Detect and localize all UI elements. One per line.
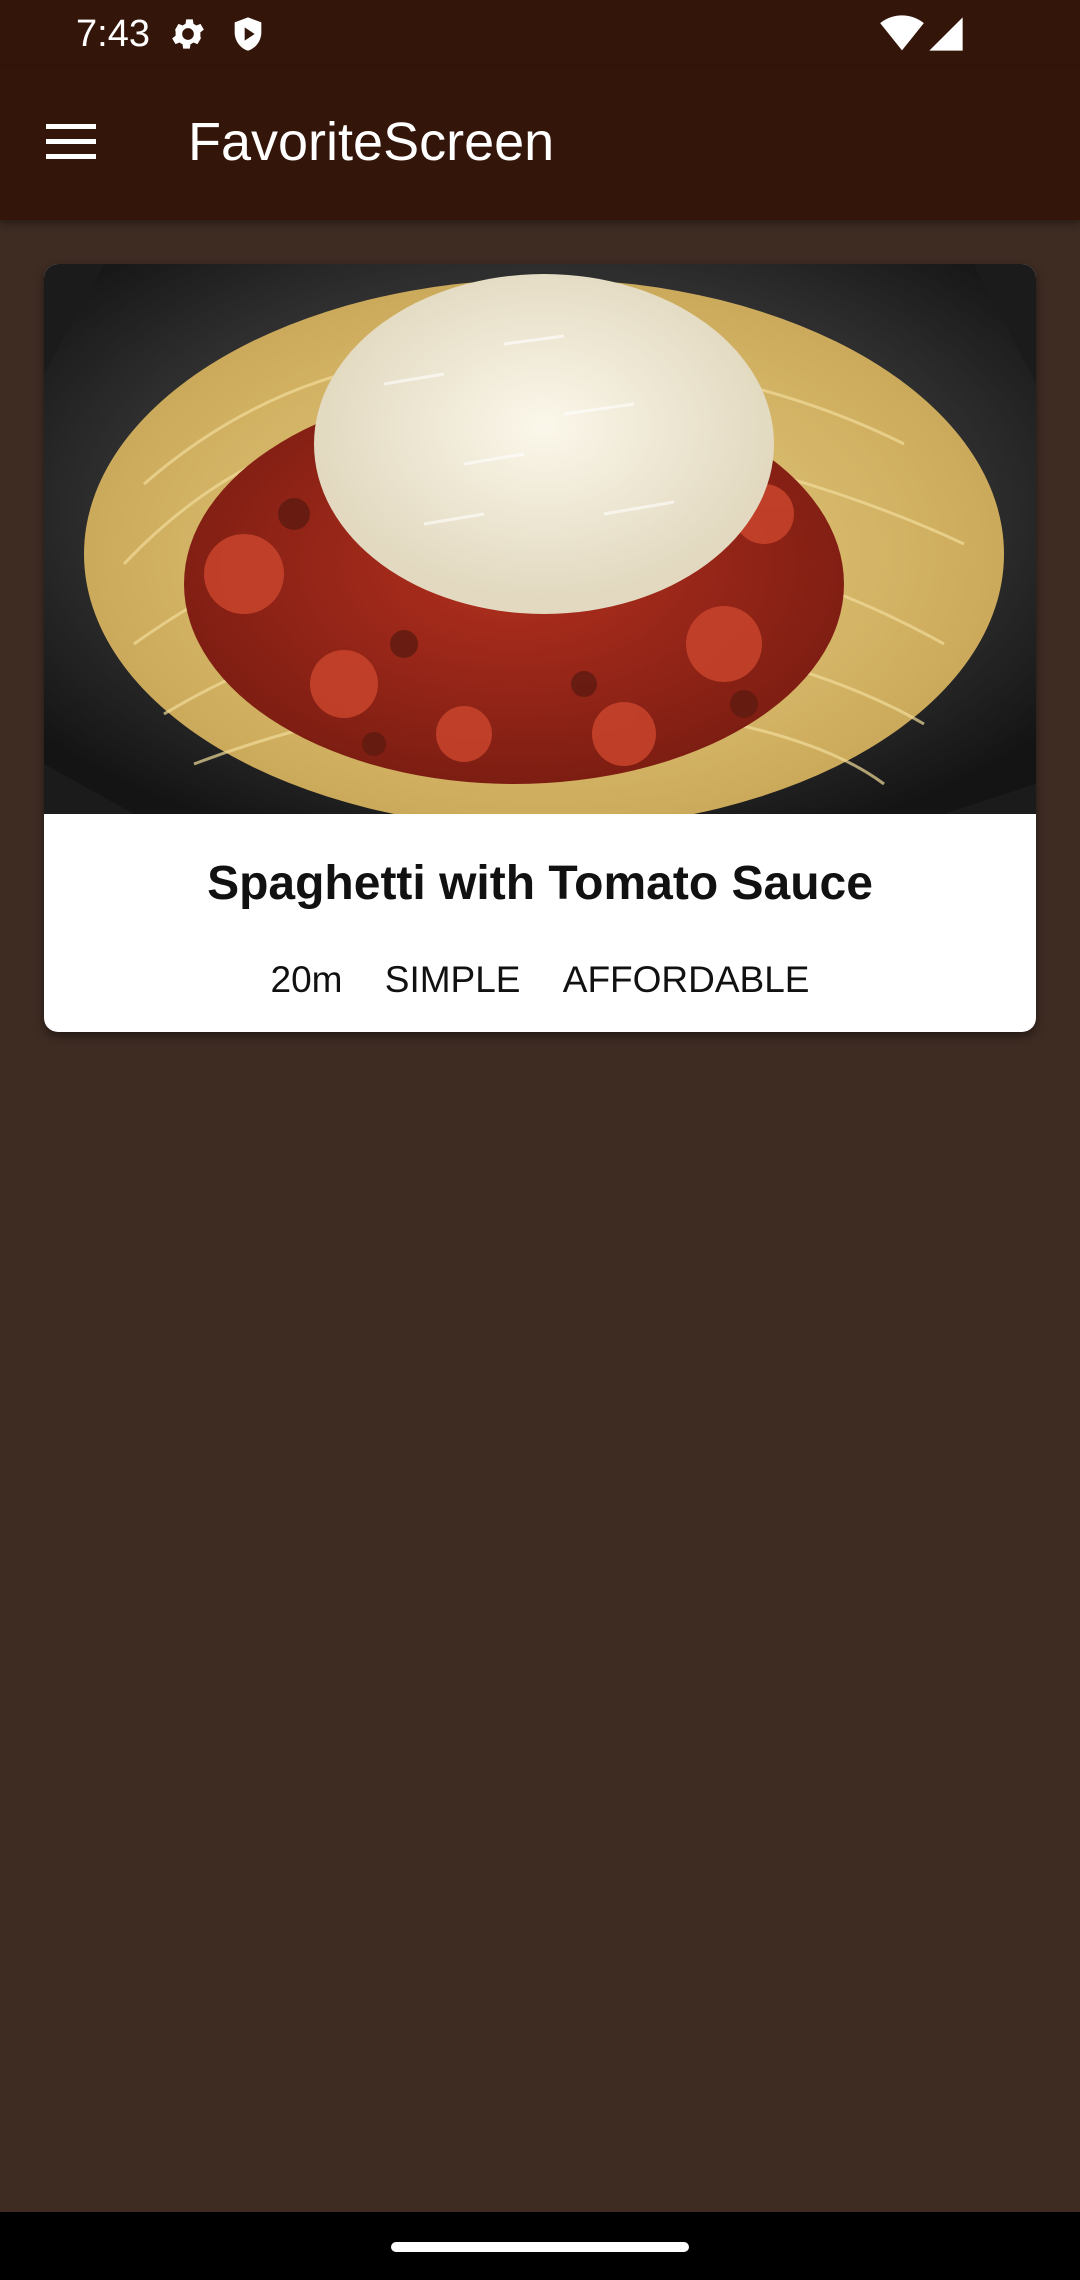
app-title: FavoriteScreen <box>188 112 555 172</box>
app-bar: FavoriteScreen <box>0 68 1080 220</box>
meal-affordability: AFFORDABLE <box>562 959 810 1000</box>
meal-card[interactable]: Spaghetti with Tomato Sauce 20m SIMPLE A… <box>44 264 1036 1032</box>
wifi-icon <box>880 14 924 59</box>
signal-icon <box>926 14 966 59</box>
shield-icon <box>228 14 268 59</box>
navigation-bar <box>0 2212 1080 2280</box>
menu-button[interactable] <box>26 108 116 180</box>
status-bar: 7:43 <box>0 0 1080 68</box>
home-gesture-handle[interactable] <box>391 2242 689 2252</box>
meal-image <box>44 264 1036 814</box>
settings-icon <box>168 14 208 59</box>
meal-meta: 20m SIMPLE AFFORDABLE <box>44 950 1036 1010</box>
meal-title: Spaghetti with Tomato Sauce <box>207 857 873 910</box>
status-time: 7:43 <box>76 13 150 55</box>
meal-complexity: SIMPLE <box>384 959 521 1000</box>
meal-duration: 20m <box>270 959 343 1000</box>
